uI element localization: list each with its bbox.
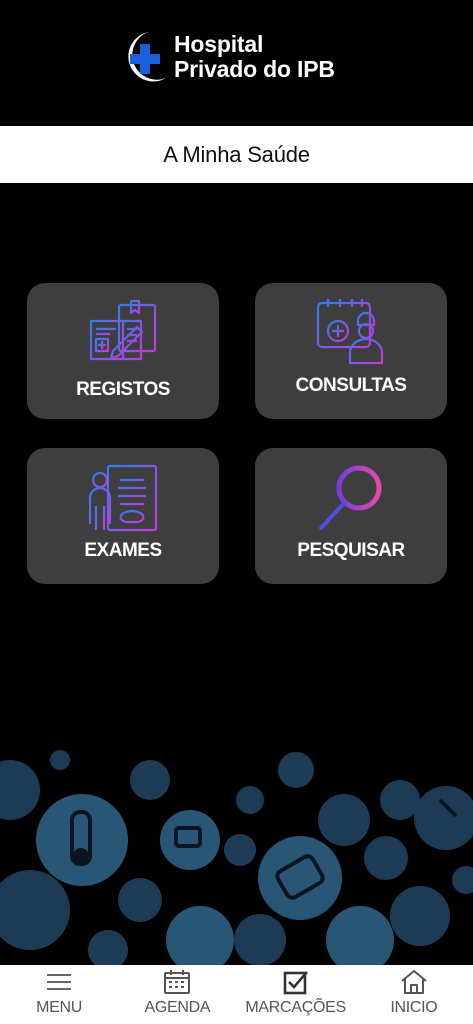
logo-line1: Hospital xyxy=(174,31,264,57)
page-title-bar: A Minha Saúde xyxy=(0,126,473,183)
page-title: A Minha Saúde xyxy=(163,141,310,167)
doctor-appointment-icon xyxy=(316,299,384,365)
nav-agenda-label: AGENDA xyxy=(144,999,211,1016)
magnifier-icon xyxy=(319,465,382,530)
logo-line2: Privado do IPB xyxy=(174,56,335,82)
tile-exames[interactable]: EXAMES xyxy=(27,448,219,584)
nav-inicio-label: INICIO xyxy=(390,999,438,1016)
hospital-cross-logo-icon xyxy=(128,32,166,82)
xray-icon xyxy=(88,464,158,532)
decorative-medical-bubbles xyxy=(0,750,473,965)
tile-pesquisar[interactable]: PESQUISAR xyxy=(255,448,447,584)
nav-agenda[interactable]: AGENDA xyxy=(118,965,236,1024)
checkbox-icon xyxy=(282,969,310,995)
tile-consultas[interactable]: CONSULTAS xyxy=(255,283,447,419)
home-icon xyxy=(400,969,428,995)
hamburger-icon xyxy=(45,969,73,995)
calendar-icon xyxy=(163,969,191,995)
medical-records-icon xyxy=(89,299,157,361)
nav-marcacoes-label: MARCAÇÕES xyxy=(245,999,346,1016)
logo-text: Hospital Privado do IPB xyxy=(174,32,335,82)
nav-menu[interactable]: MENU xyxy=(0,965,118,1024)
nav-menu-label: MENU xyxy=(36,999,83,1016)
app-header: Hospital Privado do IPB xyxy=(0,0,473,125)
nav-marcacoes[interactable]: MARCAÇÕES xyxy=(237,965,355,1024)
tile-exames-label: EXAMES xyxy=(84,540,162,561)
tile-consultas-label: CONSULTAS xyxy=(295,375,407,396)
nav-inicio[interactable]: INICIO xyxy=(355,965,473,1024)
tile-registos-label: REGISTOS xyxy=(76,379,170,400)
hospital-logo[interactable]: Hospital Privado do IPB xyxy=(118,26,368,88)
tile-pesquisar-label: PESQUISAR xyxy=(297,540,405,561)
bottom-navigation: MENU AGENDA MARCAÇÕES INICIO xyxy=(0,965,473,1024)
tile-registos[interactable]: REGISTOS xyxy=(27,283,219,419)
